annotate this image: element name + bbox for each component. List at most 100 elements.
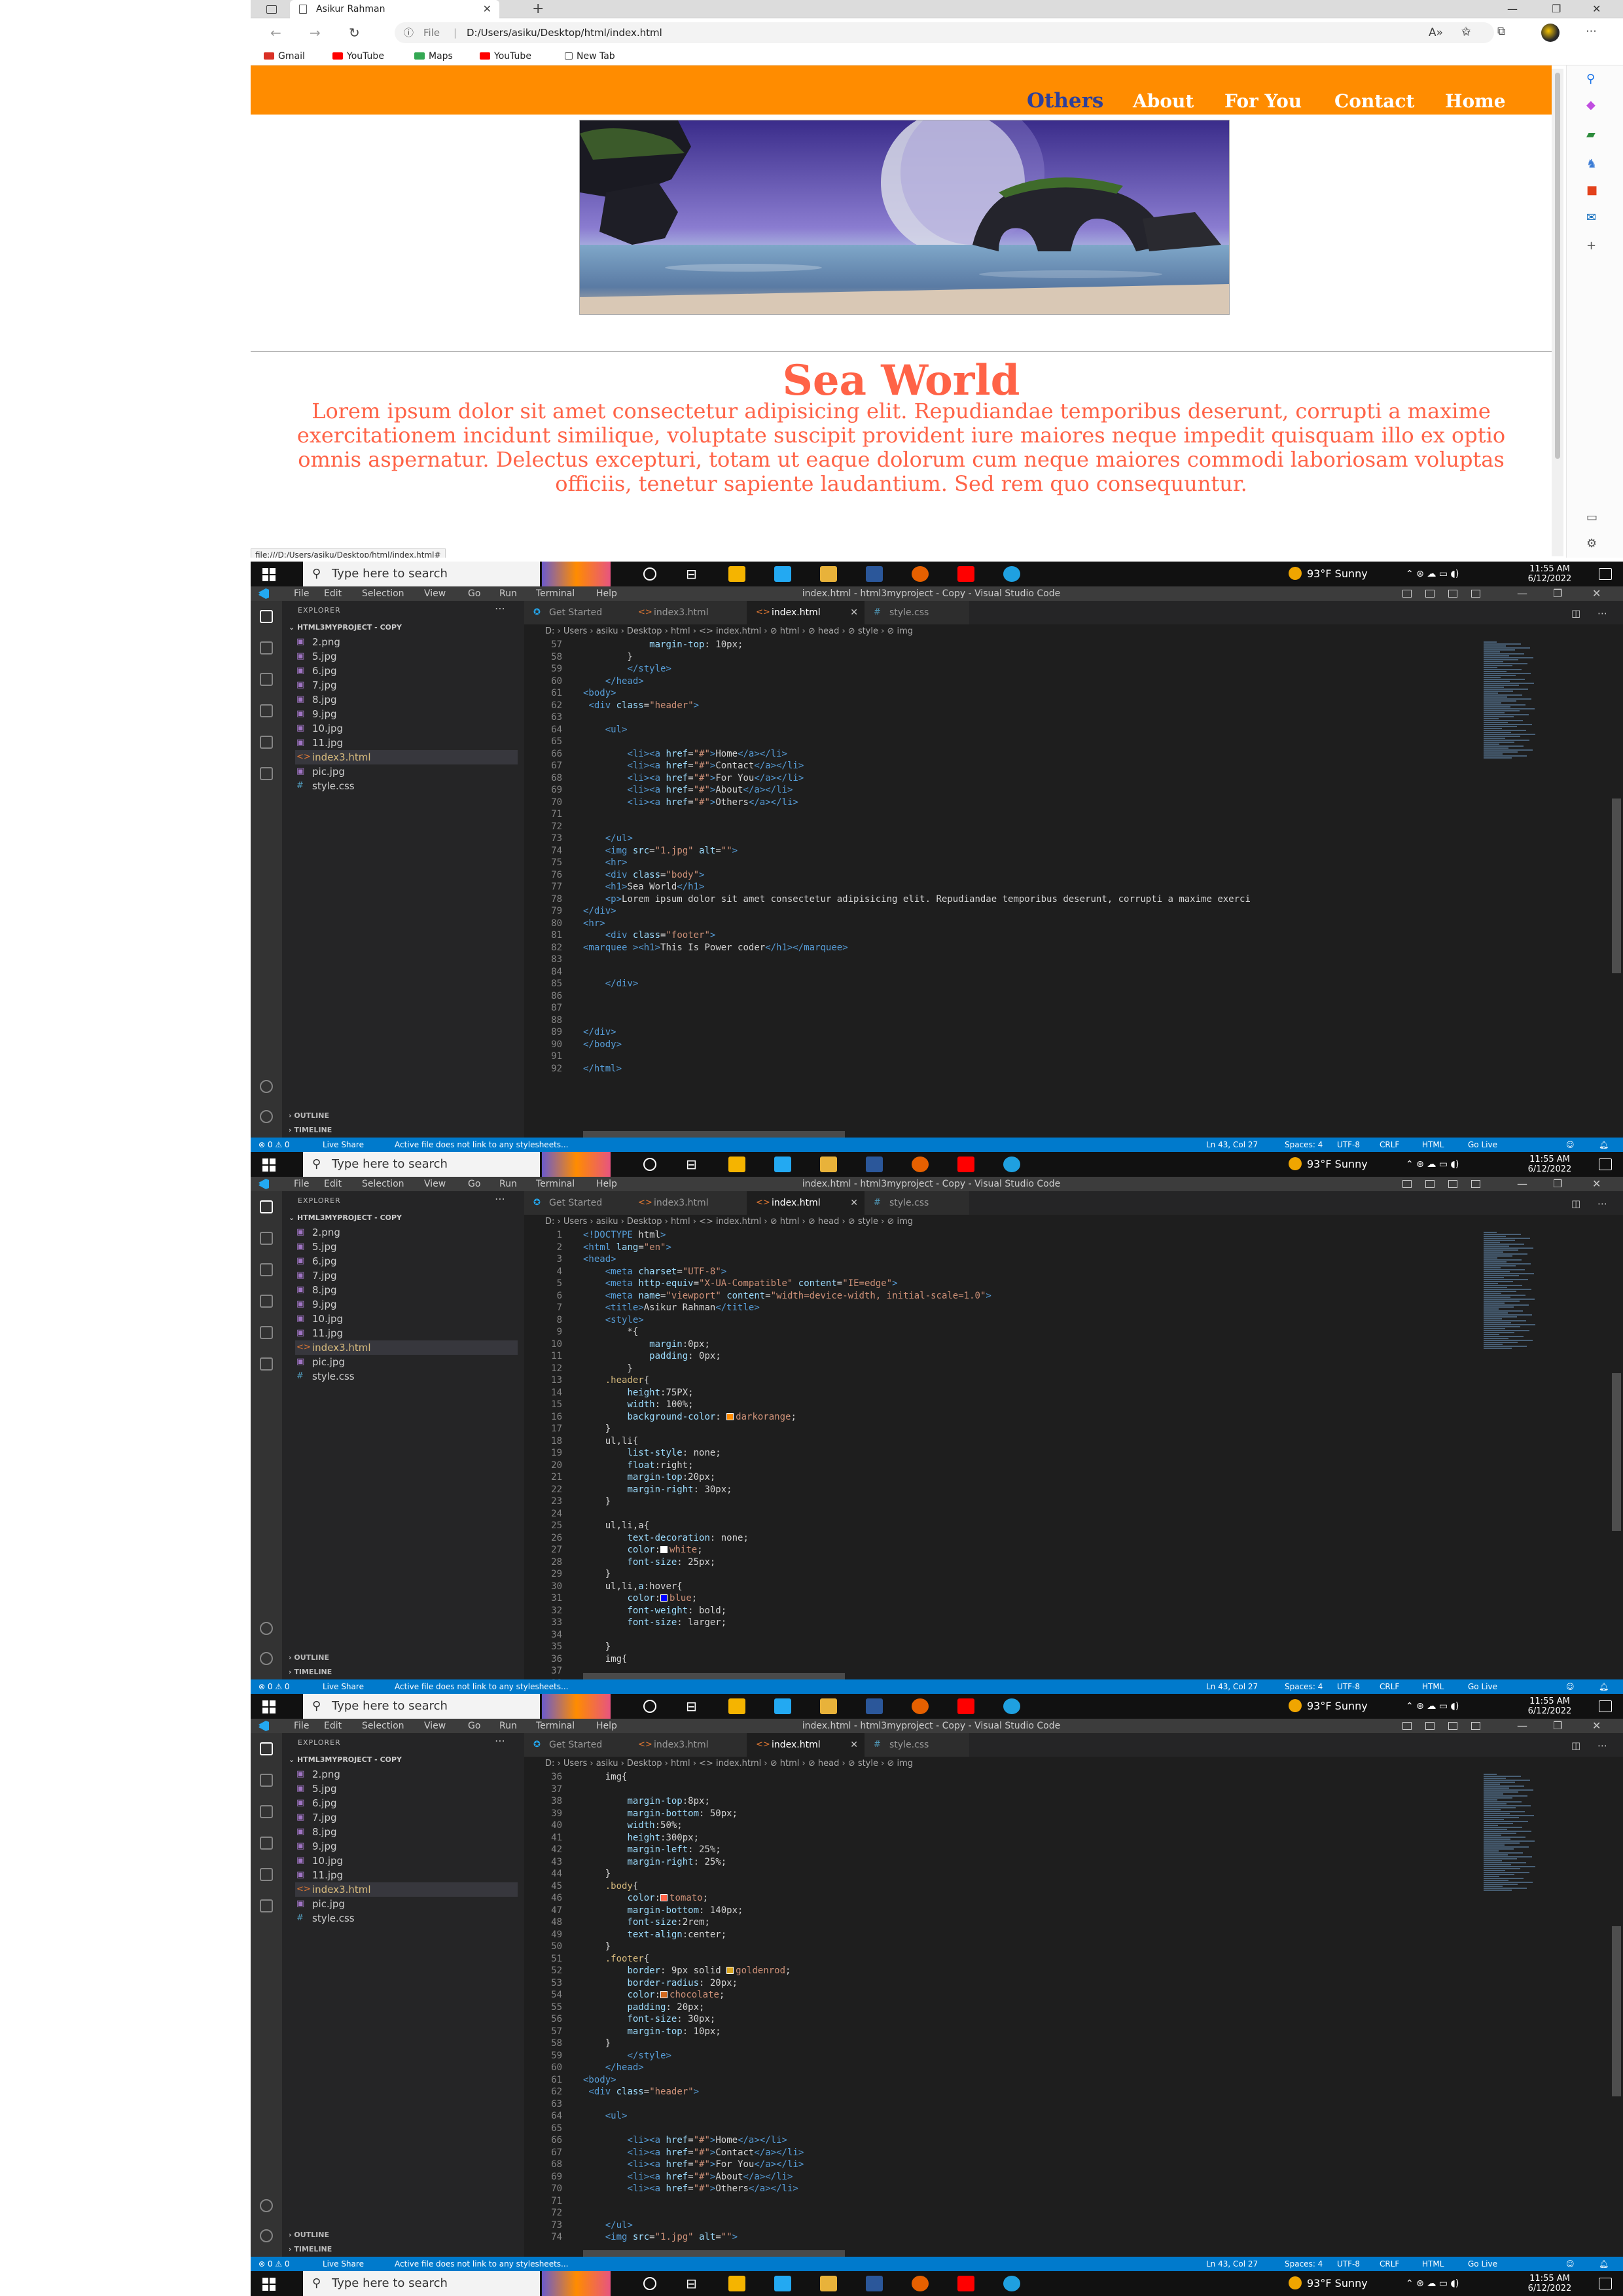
outline-section[interactable]: › OUTLINE bbox=[289, 1653, 329, 1662]
status-indentation[interactable]: Spaces: 4 bbox=[1285, 2257, 1323, 2271]
status-eol[interactable]: CRLF bbox=[1380, 1138, 1399, 1152]
file-item[interactable]: # style.css bbox=[295, 1369, 518, 1384]
close-tab-icon[interactable]: ✕ bbox=[483, 0, 491, 18]
edge-icon[interactable] bbox=[1003, 1157, 1020, 1172]
status-message[interactable]: Active file does not link to any stylesh… bbox=[395, 1138, 568, 1152]
tab-index-html[interactable]: <> index.html ✕ bbox=[747, 1191, 865, 1215]
read-aloud-icon[interactable]: A» bbox=[1429, 22, 1443, 43]
feedback-icon[interactable]: ☺ bbox=[1566, 1138, 1575, 1152]
menu-file[interactable]: File bbox=[294, 1177, 309, 1191]
settings-icon[interactable]: ⚙ bbox=[1586, 537, 1597, 550]
menu-help[interactable]: Help bbox=[596, 1177, 617, 1191]
outlook-icon[interactable]: ✉ bbox=[1586, 211, 1596, 224]
store-icon[interactable] bbox=[728, 1698, 745, 1714]
status-cursor-position[interactable]: Ln 43, Col 27 bbox=[1206, 1679, 1258, 1694]
cortana-icon[interactable] bbox=[643, 2277, 656, 2290]
favorite-maps[interactable]: Maps bbox=[414, 47, 453, 65]
file-item[interactable]: # style.css bbox=[295, 1911, 518, 1926]
menu-file[interactable]: File bbox=[294, 586, 309, 601]
firefox-icon[interactable] bbox=[912, 566, 929, 582]
file-item[interactable]: ▣ 10.jpg bbox=[295, 1854, 518, 1868]
status-go-live[interactable]: Go Live bbox=[1468, 2257, 1497, 2271]
live-share-icon[interactable] bbox=[260, 767, 273, 780]
extensions-icon[interactable] bbox=[260, 1868, 273, 1881]
tab-actions-icon[interactable] bbox=[266, 5, 277, 14]
menu-help[interactable]: Help bbox=[596, 1719, 617, 1733]
explorer-icon[interactable] bbox=[260, 610, 273, 623]
menu-run[interactable]: Run bbox=[499, 1177, 517, 1191]
vscode-taskbar-icon[interactable] bbox=[774, 1698, 791, 1714]
word-icon[interactable] bbox=[866, 1698, 883, 1714]
horizontal-scrollbar[interactable] bbox=[583, 1131, 845, 1138]
cortana-icon[interactable] bbox=[643, 1700, 656, 1713]
tab-index3-html[interactable]: <> index3.html bbox=[629, 601, 747, 624]
status-live-share[interactable]: Live Share bbox=[323, 2257, 364, 2271]
status-eol[interactable]: CRLF bbox=[1380, 2257, 1399, 2271]
editor-scrollbar[interactable] bbox=[1611, 1229, 1622, 1679]
status-message[interactable]: Active file does not link to any stylesh… bbox=[395, 1679, 568, 1694]
file-item[interactable]: ▣ 8.jpg bbox=[295, 1283, 518, 1297]
explorer-more-icon[interactable]: ⋯ bbox=[495, 1193, 505, 1205]
file-item[interactable]: <> index3.html bbox=[295, 1340, 518, 1355]
firefox-icon[interactable] bbox=[912, 1157, 929, 1172]
system-tray-icons[interactable]: ⌃ ⊛ ☁ ▭ ◖) bbox=[1406, 1152, 1459, 1177]
task-view-icon[interactable]: ⊟ bbox=[686, 1698, 703, 1714]
page-scrollbar[interactable] bbox=[1552, 69, 1563, 556]
layout-toggle-icon[interactable] bbox=[1425, 1722, 1435, 1730]
notification-icon[interactable] bbox=[1599, 1158, 1612, 1170]
taskbar-search[interactable]: ⚲ Type here to search bbox=[303, 2271, 540, 2296]
office-icon[interactable]: ■ bbox=[1586, 183, 1597, 197]
code-editor[interactable]: 36 img{37 38 margin-top:8px; 39 margin-bot… bbox=[524, 1771, 1623, 2257]
status-go-live[interactable]: Go Live bbox=[1468, 1138, 1497, 1152]
menu-edit[interactable]: Edit bbox=[324, 586, 342, 601]
layout-toggle-icon[interactable] bbox=[1448, 590, 1457, 598]
close-tab-icon[interactable]: ✕ bbox=[850, 1191, 858, 1215]
task-view-icon[interactable]: ⊟ bbox=[686, 566, 703, 582]
menu-selection[interactable]: Selection bbox=[362, 586, 404, 601]
layout-toggle-icon[interactable] bbox=[1425, 1180, 1435, 1188]
windows-start-icon[interactable] bbox=[262, 1158, 276, 1172]
run-debug-icon[interactable] bbox=[260, 1295, 273, 1308]
editor-more-icon[interactable]: ⋯ bbox=[1597, 607, 1607, 619]
menu-go[interactable]: Go bbox=[468, 586, 480, 601]
status-encoding[interactable]: UTF-8 bbox=[1337, 1138, 1360, 1152]
menu-help[interactable]: Help bbox=[596, 586, 617, 601]
status-cursor-position[interactable]: Ln 43, Col 27 bbox=[1206, 1138, 1258, 1152]
file-explorer-icon[interactable] bbox=[820, 1698, 837, 1714]
file-item[interactable]: <> index3.html bbox=[295, 1882, 518, 1897]
tab-style-css[interactable]: # style.css bbox=[865, 601, 969, 624]
notification-icon[interactable] bbox=[1599, 568, 1612, 580]
tab-style-css[interactable]: # style.css bbox=[865, 1733, 969, 1757]
weather-widget[interactable]: 93°F Sunny bbox=[1289, 2271, 1368, 2296]
add-icon[interactable]: + bbox=[1586, 239, 1596, 253]
live-share-icon[interactable] bbox=[260, 1899, 273, 1912]
scrollbar-thumb[interactable] bbox=[1612, 1926, 1621, 2096]
youtube-app-icon[interactable] bbox=[957, 2276, 974, 2291]
menu-terminal[interactable]: Terminal bbox=[536, 586, 575, 601]
file-item[interactable]: <> index3.html bbox=[295, 750, 518, 764]
task-view-icon[interactable]: ⊟ bbox=[686, 2276, 703, 2291]
close-window-icon[interactable]: ✕ bbox=[1592, 1177, 1601, 1191]
weather-widget[interactable]: 93°F Sunny bbox=[1289, 1694, 1368, 1719]
code-editor[interactable]: 1 <!DOCTYPE html> 2 <html lang="en"> 3 <head>… bbox=[524, 1229, 1623, 1679]
file-item[interactable]: ▣ 5.jpg bbox=[295, 1782, 518, 1796]
minimize-icon[interactable]: — bbox=[1507, 0, 1518, 18]
word-icon[interactable] bbox=[866, 2276, 883, 2291]
favorite-youtube[interactable]: YouTube bbox=[332, 47, 384, 65]
back-icon[interactable]: ← bbox=[270, 25, 281, 41]
restore-icon[interactable]: ❐ bbox=[1552, 0, 1561, 18]
word-icon[interactable] bbox=[866, 1157, 883, 1172]
project-folder[interactable]: ⌄ HTML3MYPROJECT - COPY bbox=[289, 623, 402, 632]
clock[interactable]: 11:55 AM 6/12/2022 bbox=[1514, 1155, 1586, 1174]
manage-gear-icon[interactable] bbox=[260, 2229, 273, 2242]
favorite-gmail[interactable]: Gmail bbox=[264, 47, 305, 65]
menu-run[interactable]: Run bbox=[499, 586, 517, 601]
windows-start-icon[interactable] bbox=[262, 568, 276, 581]
run-debug-icon[interactable] bbox=[260, 1837, 273, 1850]
layout-toggle-icon[interactable] bbox=[1402, 1180, 1412, 1188]
file-item[interactable]: ▣ 11.jpg bbox=[295, 1868, 518, 1882]
search-icon[interactable]: ⚲ bbox=[1586, 72, 1595, 86]
source-control-icon[interactable] bbox=[260, 1263, 273, 1276]
split-editor-icon[interactable]: ◫ bbox=[1571, 1198, 1580, 1210]
store-icon[interactable] bbox=[728, 2276, 745, 2291]
